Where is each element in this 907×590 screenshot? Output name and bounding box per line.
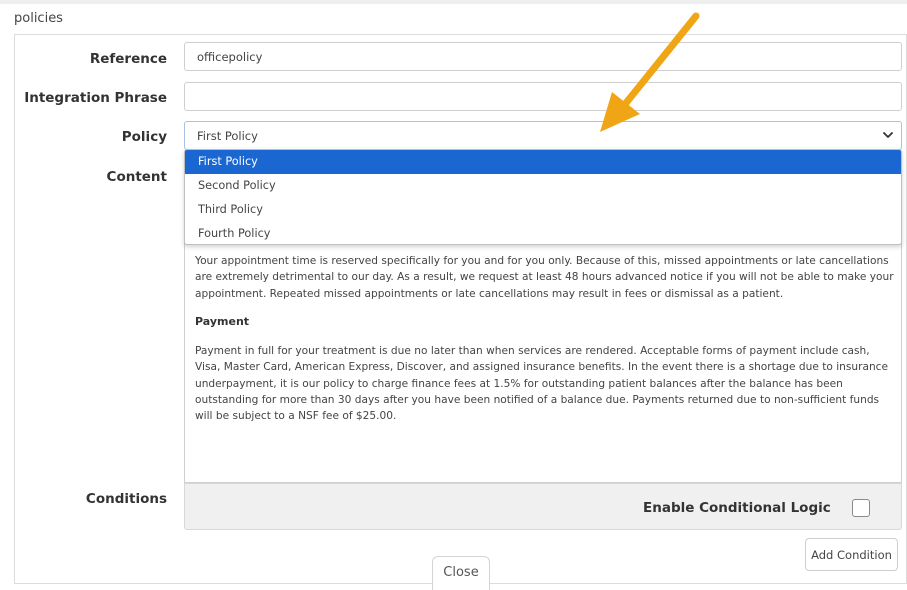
policy-dropdown-list: First Policy Second Policy Third Policy … bbox=[184, 149, 902, 245]
integration-phrase-label: Integration Phrase bbox=[24, 90, 167, 106]
content-paragraph-2: Payment in full for your treatment is du… bbox=[195, 345, 889, 423]
reference-input[interactable]: officepolicy bbox=[184, 42, 902, 71]
enable-conditional-logic-checkbox[interactable] bbox=[852, 499, 870, 517]
policy-option-first[interactable]: First Policy bbox=[185, 150, 901, 174]
content-label: Content bbox=[106, 169, 167, 185]
policy-select-value: First Policy bbox=[197, 129, 258, 143]
content-heading-payment: Payment bbox=[195, 315, 250, 328]
policy-option-fourth[interactable]: Fourth Policy bbox=[185, 222, 901, 244]
add-condition-button[interactable]: Add Condition bbox=[805, 538, 898, 571]
enable-conditional-logic-label: Enable Conditional Logic bbox=[643, 500, 831, 516]
annotation-arrow-icon bbox=[600, 12, 700, 132]
close-button[interactable]: Close bbox=[432, 556, 490, 590]
content-paragraph-1: Your appointment time is reserved specif… bbox=[195, 255, 894, 300]
top-bar bbox=[0, 0, 907, 4]
policy-option-second[interactable]: Second Policy bbox=[185, 174, 901, 198]
integration-phrase-input[interactable] bbox=[184, 82, 902, 111]
conditions-label: Conditions bbox=[85, 491, 167, 507]
chevron-down-icon bbox=[883, 132, 893, 138]
policy-select[interactable]: First Policy bbox=[184, 121, 902, 150]
policy-label: Policy bbox=[121, 129, 167, 145]
policy-option-third[interactable]: Third Policy bbox=[185, 198, 901, 222]
reference-label: Reference bbox=[89, 51, 167, 67]
page-title: policies bbox=[14, 11, 63, 26]
